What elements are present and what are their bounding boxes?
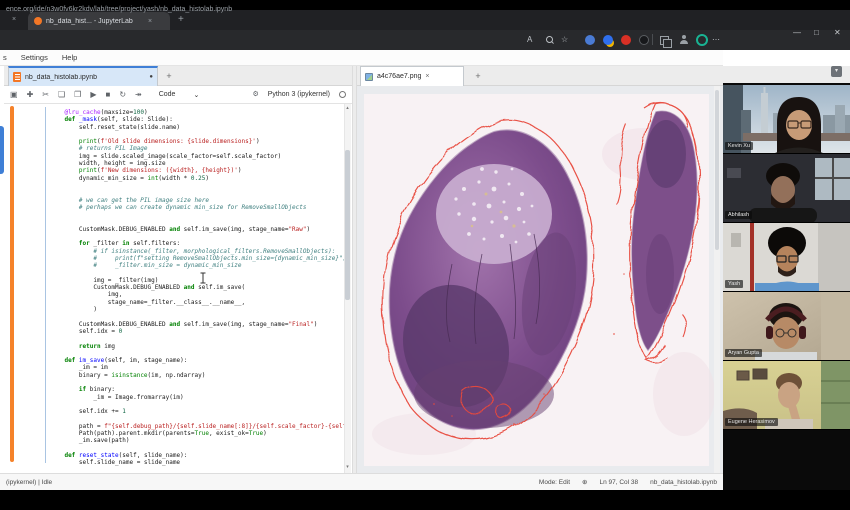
scrollbar-thumb[interactable] bbox=[715, 90, 719, 250]
run-cell-icon[interactable]: ▶ bbox=[90, 90, 96, 100]
participant-name: Abhilash bbox=[725, 211, 752, 219]
scroll-up-icon[interactable]: ▴ bbox=[344, 105, 351, 111]
extension-icon[interactable] bbox=[585, 35, 595, 45]
cell-type-dropdown[interactable]: Code ⌄ bbox=[159, 91, 200, 99]
mode-indicator[interactable]: Mode: Edit bbox=[539, 479, 570, 486]
browser-tab[interactable]: nb_data_hist... - JupyterLab × bbox=[28, 12, 170, 30]
menu-help[interactable]: Help bbox=[62, 53, 77, 62]
menu-settings[interactable]: Settings bbox=[21, 53, 48, 62]
kernel-state: (ipykernel) | Idle bbox=[6, 479, 52, 486]
chevron-down-icon: ⌄ bbox=[193, 91, 199, 99]
participant-tile[interactable]: Eugene Herasimov bbox=[723, 361, 850, 430]
browser-toolbar bbox=[0, 30, 850, 50]
address-bar[interactable]: ence.org/ide/n3w0fv6kr2kdv/lab/tree/proj… bbox=[6, 6, 232, 13]
participant-tile[interactable]: Kevin Xu bbox=[723, 85, 850, 154]
new-launcher-button[interactable]: + bbox=[469, 66, 487, 86]
image-tab-close-icon[interactable]: × bbox=[425, 73, 429, 80]
divider bbox=[652, 34, 653, 45]
participant-name: Eugene Herasimov bbox=[725, 418, 778, 426]
scroll-down-icon[interactable]: ▾ bbox=[344, 464, 351, 470]
gallery-collapse-icon[interactable]: ▾ bbox=[831, 66, 842, 77]
restart-kernel-icon[interactable]: ↻ bbox=[119, 90, 126, 100]
jupyterlab-favicon bbox=[34, 17, 42, 25]
participant-tile[interactable]: Abhilash bbox=[723, 154, 850, 223]
kernel-name[interactable]: Python 3 (ipykernel) bbox=[268, 91, 330, 98]
letterbox bbox=[0, 490, 850, 510]
ibeam-cursor bbox=[199, 272, 207, 284]
participant-name: Aryan Gupta bbox=[725, 349, 762, 357]
browser-new-tab-button[interactable]: + bbox=[178, 16, 184, 24]
line-col-indicator[interactable]: Ln 97, Col 38 bbox=[599, 479, 638, 486]
extension-icon[interactable] bbox=[603, 35, 613, 45]
extension-icon[interactable] bbox=[621, 35, 631, 45]
save-icon[interactable]: ▣ bbox=[10, 90, 18, 100]
search-icon[interactable] bbox=[546, 36, 553, 43]
statusbar: (ipykernel) | Idle Mode: Edit ⊕ Ln 97, C… bbox=[0, 473, 723, 490]
copy-cell-icon[interactable]: ❏ bbox=[58, 90, 65, 100]
menu-fragment: s bbox=[3, 53, 7, 62]
tab-close-icon[interactable]: × bbox=[12, 16, 16, 23]
participant-name: Yash bbox=[725, 280, 743, 288]
browser-tab-close-icon[interactable]: × bbox=[148, 18, 152, 25]
notebook-file-icon bbox=[13, 72, 21, 82]
image-tab-label: a4c76ae7.png bbox=[377, 73, 421, 80]
extension-icon[interactable] bbox=[639, 35, 649, 45]
reader-mode-icon[interactable]: A bbox=[527, 35, 532, 44]
tab-groups-icon[interactable] bbox=[660, 36, 669, 45]
add-cell-icon[interactable]: ✚ bbox=[27, 90, 34, 100]
notebook-toolbar: ▣ ✚ ✂ ❏ ❐ ▶ ■ ↻ ↠ Code ⌄ ⚙ Python 3 (ipy… bbox=[4, 86, 352, 104]
paste-cell-icon[interactable]: ❐ bbox=[74, 90, 81, 100]
tab-image-viewer[interactable]: a4c76ae7.png × bbox=[360, 66, 464, 86]
code-editor[interactable]: @lru_cache(maxsize=100) def _mask(self, … bbox=[50, 109, 345, 469]
browser-menu-icon[interactable]: ⋯ bbox=[712, 35, 720, 44]
extension-icon[interactable] bbox=[696, 34, 708, 46]
image-file-icon bbox=[365, 73, 373, 81]
cut-cell-icon[interactable]: ✂ bbox=[42, 90, 49, 100]
histology-slide-image bbox=[357, 86, 723, 473]
debugger-icon[interactable]: ⚙ bbox=[252, 90, 258, 100]
notebook-tab-label: nb_data_histolab.ipynb bbox=[25, 74, 146, 81]
window-minimize-icon[interactable]: — bbox=[793, 28, 801, 37]
cell-type-value: Code bbox=[159, 91, 176, 98]
cell-collapser[interactable] bbox=[10, 106, 14, 462]
participant-tile[interactable]: Aryan Gupta bbox=[723, 292, 850, 361]
browser-tab-title: nb_data_hist... - JupyterLab bbox=[46, 18, 146, 25]
participant-name: Kevin Xu bbox=[725, 142, 753, 150]
window-maximize-icon[interactable]: □ bbox=[814, 28, 819, 37]
screen: × nb_data_hist... - JupyterLab × + ence.… bbox=[0, 0, 850, 510]
kernel-status-icon[interactable] bbox=[339, 91, 346, 98]
stop-kernel-icon[interactable]: ■ bbox=[105, 90, 110, 100]
tab-notebook[interactable]: nb_data_histolab.ipynb ● bbox=[8, 66, 158, 86]
image-viewer-panel[interactable] bbox=[357, 86, 723, 473]
jupyterlab-menubar: s Settings Help bbox=[0, 50, 723, 66]
scrollbar-thumb[interactable] bbox=[345, 150, 350, 300]
new-launcher-button[interactable]: + bbox=[160, 66, 178, 86]
statusbar-filename: nb_data_histolab.ipynb bbox=[650, 479, 717, 486]
profile-icon[interactable] bbox=[679, 35, 689, 45]
cell-border bbox=[45, 107, 46, 463]
unsaved-dot-icon: ● bbox=[149, 74, 153, 80]
bookmark-star-icon[interactable]: ☆ bbox=[561, 35, 568, 44]
restart-run-all-icon[interactable]: ↠ bbox=[135, 90, 142, 100]
cursor-position-icon: ⊕ bbox=[582, 478, 587, 486]
video-filmstrip: Kevin Xu Abhilash bbox=[723, 83, 850, 490]
participant-tile[interactable]: Yash bbox=[723, 223, 850, 292]
window-close-icon[interactable]: ✕ bbox=[834, 28, 841, 37]
